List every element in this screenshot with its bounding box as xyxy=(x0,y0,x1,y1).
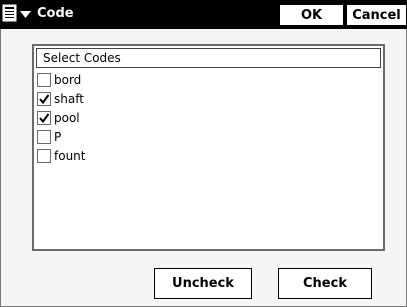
item-label: fount xyxy=(54,148,86,163)
dropdown-arrow-icon xyxy=(20,8,31,22)
list-item[interactable]: pool xyxy=(37,108,85,127)
item-checkbox[interactable] xyxy=(37,148,51,163)
document-menu-icon xyxy=(2,4,18,25)
checkmark-icon xyxy=(39,112,50,123)
window-title: Code xyxy=(37,6,74,21)
item-checkbox[interactable] xyxy=(37,129,51,144)
checkmark-icon xyxy=(39,93,50,104)
ok-button[interactable]: OK xyxy=(279,4,344,26)
item-checkbox[interactable] xyxy=(37,91,51,106)
list-header: Select Codes xyxy=(36,48,381,68)
list-item[interactable]: fount xyxy=(37,146,85,165)
codes-list[interactable]: Select Codes bord shaft pool Pfount xyxy=(32,44,385,251)
uncheck-button[interactable]: Uncheck xyxy=(154,268,252,299)
check-button[interactable]: Check xyxy=(278,268,372,299)
list-item[interactable]: bord xyxy=(37,70,85,89)
item-checkbox[interactable] xyxy=(37,110,51,125)
list-item[interactable]: P xyxy=(37,127,85,146)
cancel-button[interactable]: Cancel xyxy=(346,4,407,26)
item-label: bord xyxy=(54,72,82,87)
list-items: bord shaft pool Pfount xyxy=(37,70,85,165)
app-menu-button[interactable] xyxy=(2,4,34,25)
title-bar: Code OK Cancel xyxy=(0,0,407,29)
item-label: P xyxy=(54,129,62,144)
item-label: shaft xyxy=(54,91,84,106)
list-item[interactable]: shaft xyxy=(37,89,85,108)
item-checkbox[interactable] xyxy=(37,72,51,87)
item-label: pool xyxy=(54,110,80,125)
